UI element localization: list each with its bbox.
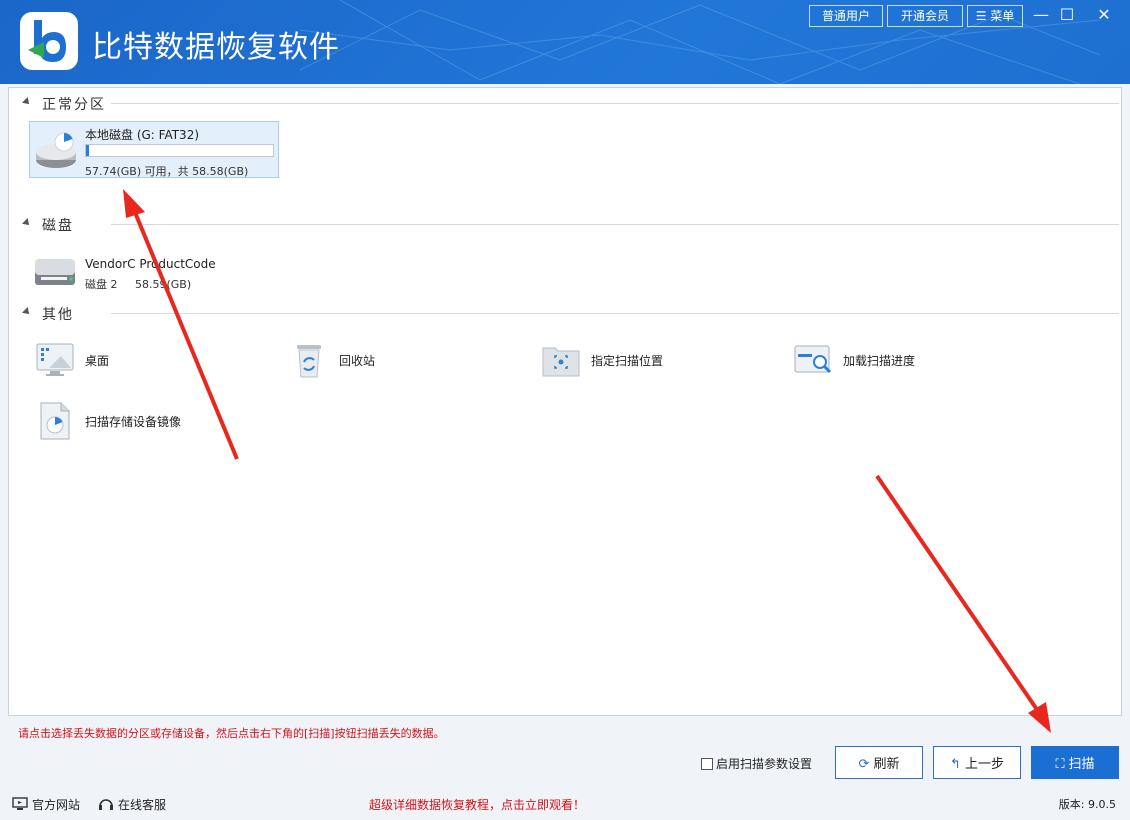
disk-image-item[interactable]: 扫描存储设备镜像 — [35, 401, 205, 441]
recycle-bin-icon — [297, 345, 321, 378]
upgrade-vip-button[interactable]: 开通会员 — [887, 5, 963, 27]
device-panel: 正常分区 本地磁盘 (G: FAT32) 57.74(GB) 可用，共 58.5… — [8, 87, 1122, 716]
scan-label: 扫描 — [1068, 757, 1095, 772]
load-progress-label: 加载扫描进度 — [843, 354, 916, 368]
disk-item[interactable]: VendorC ProductCode 磁盘 2 58.59(GB) — [29, 251, 249, 296]
recycle-bin-label: 回收站 — [339, 354, 376, 368]
support-label: 在线客服 — [118, 798, 167, 812]
section-partitions[interactable]: 正常分区 — [19, 94, 1119, 114]
version-label: 版本: 9.0.5 — [1058, 798, 1116, 811]
back-button[interactable]: ↰ 上一步 — [933, 746, 1021, 779]
menu-button[interactable]: ☰ 菜单 — [967, 5, 1023, 27]
app-title: 比特数据恢复软件 — [92, 30, 340, 65]
desktop-icon — [36, 343, 74, 376]
app-logo — [20, 12, 78, 70]
section-disks[interactable]: 磁盘 — [19, 215, 1119, 235]
folder-scan-icon — [542, 347, 580, 377]
official-website-link[interactable]: 官方网站 — [12, 796, 80, 813]
hard-drive-icon — [35, 259, 75, 285]
disk-image-label: 扫描存储设备镜像 — [85, 415, 182, 429]
tutorial-promo-link[interactable]: 超级详细数据恢复教程，点击立即观看！ — [369, 796, 585, 813]
divider — [111, 313, 1119, 314]
partition-capacity: 57.74(GB) 可用，共 58.58(GB) — [85, 165, 249, 178]
load-progress-icon — [794, 345, 832, 374]
refresh-icon: ⟳ — [858, 757, 870, 772]
divider — [111, 103, 1119, 104]
specified-location-label: 指定扫描位置 — [591, 354, 664, 368]
back-label: 上一步 — [964, 757, 1004, 772]
section-label: 正常分区 — [42, 97, 106, 113]
collapse-triangle-icon[interactable] — [22, 307, 32, 317]
collapse-triangle-icon[interactable] — [22, 218, 32, 228]
menu-label: 菜单 — [990, 9, 1015, 23]
instruction-hint: 请点击选择丢失数据的分区或存储设备，然后点击右下角的[扫描]按钮扫描丢失的数据。 — [18, 727, 445, 740]
divider — [111, 224, 1119, 225]
refresh-button[interactable]: ⟳ 刷新 — [835, 746, 923, 779]
scan-icon: ⛶ — [1055, 757, 1065, 772]
desktop-item[interactable]: 桌面 — [35, 340, 155, 380]
section-other[interactable]: 其他 — [19, 304, 1119, 324]
title-bar: 比特数据恢复软件 普通用户 开通会员 ☰ 菜单 — ☐ ✕ — [0, 0, 1130, 84]
checkbox-box[interactable] — [701, 758, 713, 770]
desktop-label: 桌面 — [85, 354, 110, 368]
partition-item[interactable]: 本地磁盘 (G: FAT32) 57.74(GB) 可用，共 58.58(GB) — [29, 121, 279, 178]
scan-button[interactable]: ⛶ 扫描 — [1031, 746, 1119, 779]
website-label: 官方网站 — [32, 798, 81, 812]
back-arrow-icon: ↰ — [950, 757, 961, 772]
partition-name: 本地磁盘 (G: FAT32) — [85, 128, 200, 142]
specified-location-item[interactable]: 指定扫描位置 — [541, 340, 681, 380]
scan-params-checkbox[interactable]: 启用扫描参数设置 — [701, 755, 812, 772]
section-label: 磁盘 — [42, 218, 74, 234]
disk-image-icon — [40, 402, 70, 440]
website-icon — [12, 797, 28, 810]
refresh-label: 刷新 — [873, 757, 900, 772]
scan-params-label: 启用扫描参数设置 — [716, 757, 813, 771]
online-support-link[interactable]: 在线客服 — [98, 796, 166, 813]
close-icon[interactable]: ✕ — [1091, 4, 1117, 28]
minimize-icon[interactable]: — — [1028, 4, 1054, 28]
user-type-button[interactable]: 普通用户 — [809, 5, 883, 27]
disk-name: VendorC ProductCode — [85, 257, 216, 271]
disk-info: 磁盘 2 58.59(GB) — [85, 278, 192, 291]
recycle-bin-item[interactable]: 回收站 — [289, 340, 409, 380]
collapse-triangle-icon[interactable] — [22, 97, 32, 107]
load-progress-item[interactable]: 加载扫描进度 — [793, 340, 933, 380]
maximize-icon[interactable]: ☐ — [1054, 4, 1080, 28]
section-label: 其他 — [42, 307, 74, 323]
usage-fill — [86, 145, 89, 156]
drive-pie-icon — [36, 132, 76, 168]
partition-usage-bar — [85, 144, 274, 157]
headset-icon — [99, 799, 113, 810]
hamburger-icon: ☰ — [975, 9, 987, 23]
